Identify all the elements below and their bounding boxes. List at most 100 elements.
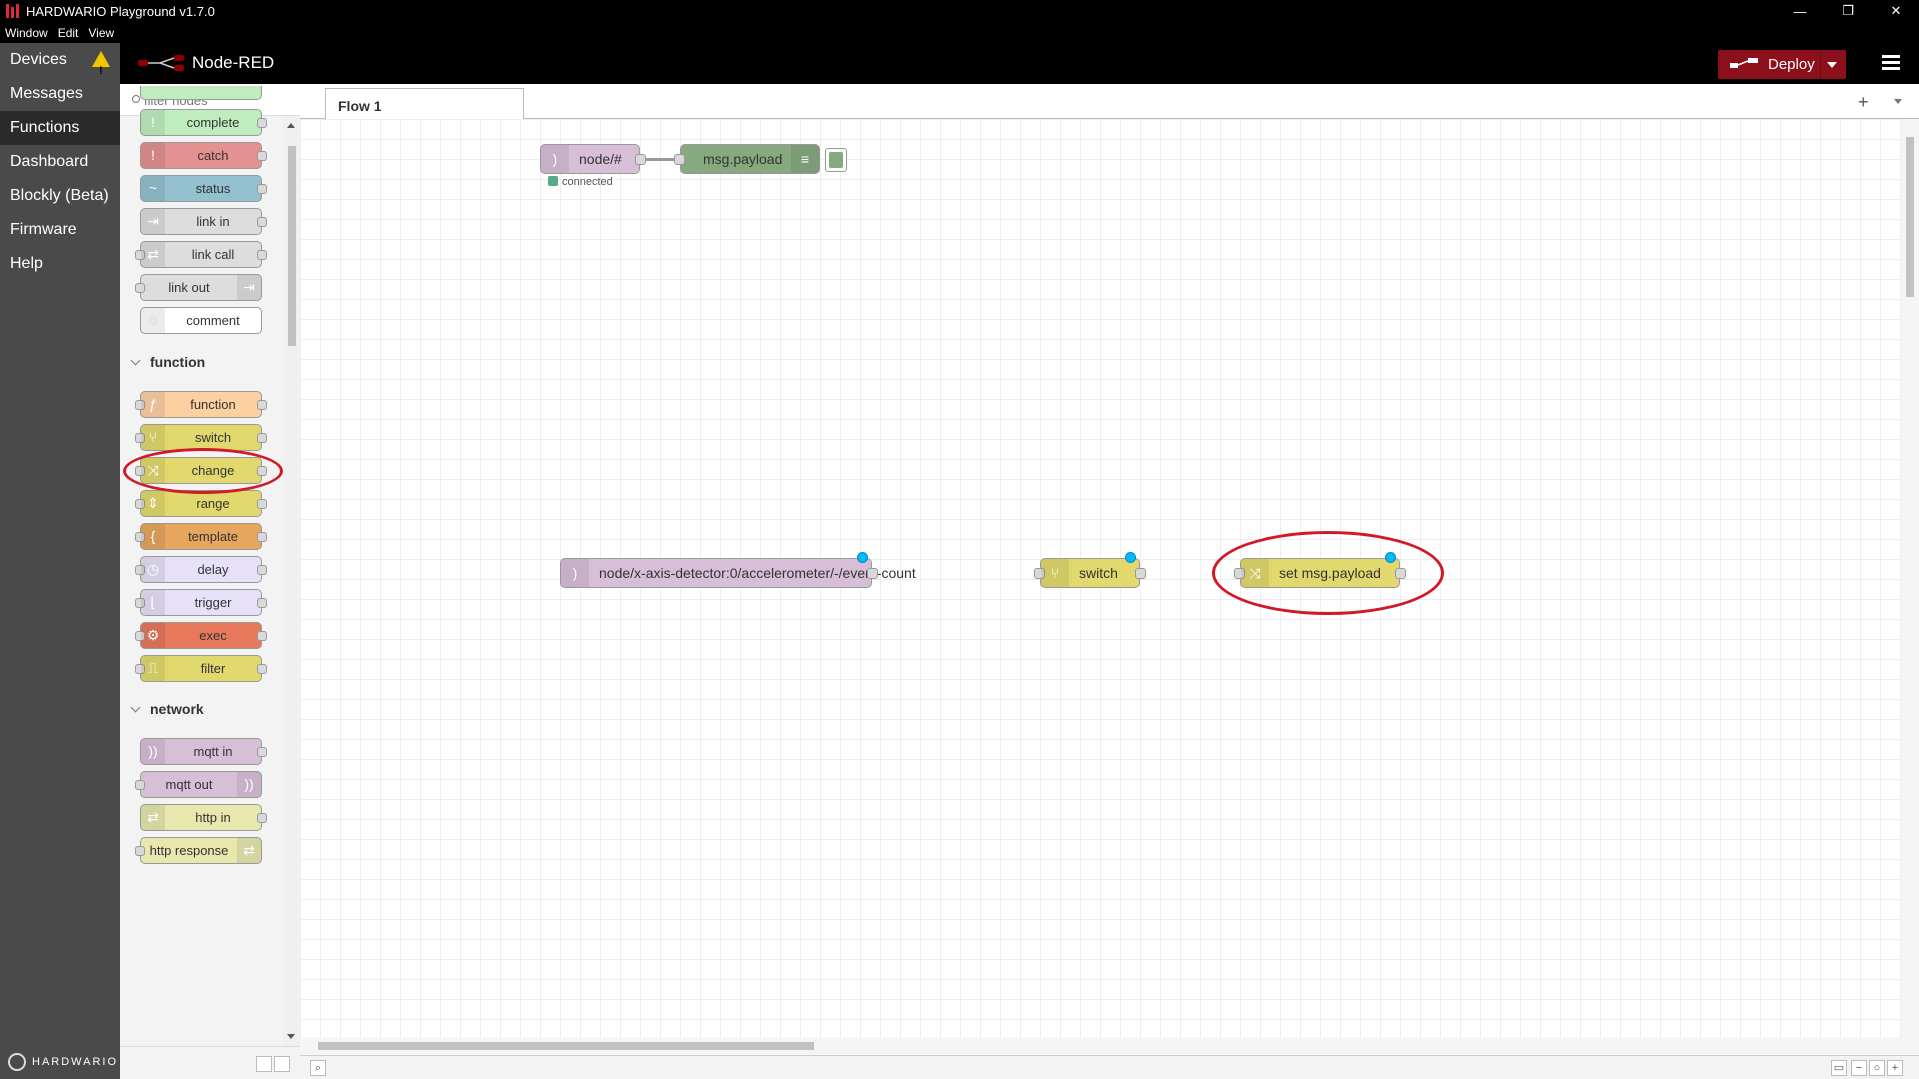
palette-scrollbar[interactable]: [283, 116, 300, 1046]
nav-item-devices[interactable]: Devices: [0, 43, 120, 88]
palette-node-trigger[interactable]: ⌊ trigger: [135, 589, 267, 616]
expand-all-icon[interactable]: [274, 1056, 290, 1072]
palette-node-status[interactable]: ~ status: [140, 175, 267, 202]
output-port[interactable]: [257, 565, 267, 575]
menu-window[interactable]: Window: [0, 26, 53, 40]
palette-node-complete[interactable]: ! complete: [140, 109, 267, 136]
close-button[interactable]: ✕: [1876, 0, 1916, 22]
minimize-button[interactable]: —: [1780, 0, 1820, 22]
palette-node-http-in[interactable]: ⇄ http in: [140, 804, 267, 831]
debug-toggle-button[interactable]: [825, 148, 847, 172]
add-flow-icon[interactable]: +: [1858, 92, 1869, 113]
nav-item-messages[interactable]: Messages: [0, 77, 120, 111]
output-port[interactable]: [257, 664, 267, 674]
scrollbar-thumb[interactable]: [1906, 137, 1914, 297]
mqtt-wave-icon: ): [561, 559, 589, 587]
flow-node-debug[interactable]: msg.payload ≡: [674, 144, 820, 174]
palette-node-mqtt-in[interactable]: )) mqtt in: [140, 738, 267, 765]
output-port[interactable]: [257, 400, 267, 410]
input-port[interactable]: [135, 780, 145, 790]
output-port[interactable]: [257, 499, 267, 509]
input-port[interactable]: [674, 154, 685, 165]
palette-node-comment[interactable]: ◌ comment: [140, 307, 262, 334]
zoom-out-icon[interactable]: −: [1851, 1060, 1867, 1076]
output-port[interactable]: [1135, 568, 1146, 579]
flow-node-label: node/#: [579, 151, 622, 167]
flow-node-mqtt-in[interactable]: ) node/#: [540, 144, 646, 174]
palette-node-template[interactable]: { template: [135, 523, 267, 550]
output-port[interactable]: [257, 747, 267, 757]
output-port[interactable]: [257, 118, 267, 128]
hardwario-logo-icon: [8, 1053, 26, 1071]
zoom-reset-icon[interactable]: ○: [1869, 1060, 1885, 1076]
scrollbar-thumb[interactable]: [288, 146, 296, 346]
output-port[interactable]: [257, 813, 267, 823]
canvas-vertical-scrollbar[interactable]: [1901, 119, 1919, 1037]
nav-item-label: Functions: [10, 119, 80, 136]
main-menu-hamburger-icon[interactable]: [1882, 55, 1900, 71]
scroll-up-icon[interactable]: [287, 123, 295, 128]
palette-footer: [120, 1046, 300, 1079]
output-port[interactable]: [257, 217, 267, 227]
palette-node-link-in[interactable]: ⇥ link in: [140, 208, 267, 235]
input-port[interactable]: [135, 846, 145, 856]
deploy-menu-chevron-down-icon[interactable]: [1827, 62, 1837, 68]
menu-view[interactable]: View: [83, 26, 119, 40]
output-port[interactable]: [257, 184, 267, 194]
output-port[interactable]: [867, 568, 878, 579]
palette-node-function[interactable]: ƒ function: [135, 391, 267, 418]
palette-node-mqtt-out[interactable]: mqtt out )): [135, 771, 262, 798]
switch-icon: ⑂: [141, 425, 165, 450]
category-function[interactable]: function: [120, 342, 283, 382]
nav-item-dashboard[interactable]: Dashboard: [0, 145, 120, 179]
category-label: function: [150, 354, 206, 370]
input-port[interactable]: [135, 283, 145, 293]
palette-node-catch[interactable]: ! catch: [140, 142, 267, 169]
deploy-button[interactable]: Deploy: [1718, 50, 1846, 79]
output-port[interactable]: [257, 433, 267, 443]
palette-node-exec[interactable]: ⚙ exec: [135, 622, 267, 649]
navigator-icon[interactable]: ▭: [1831, 1060, 1847, 1076]
palette-node-range[interactable]: ⇕ range: [135, 490, 267, 517]
search-flows-icon[interactable]: ⌕: [310, 1060, 326, 1076]
palette-node-filter[interactable]: ⎍ filter: [135, 655, 267, 682]
palette-node-link-out[interactable]: link out ⇥: [135, 274, 262, 301]
flow-list-chevron-down-icon[interactable]: [1894, 99, 1902, 104]
function-icon: ƒ: [141, 392, 165, 417]
filter-icon: ⎍: [141, 656, 165, 681]
flow-node-switch[interactable]: ⑂ switch: [1034, 552, 1146, 588]
output-port[interactable]: [635, 154, 646, 165]
nav-item-help[interactable]: Help: [0, 247, 120, 281]
tab-flow-1[interactable]: Flow 1: [325, 88, 524, 120]
nav-item-blockly[interactable]: Blockly (Beta): [0, 179, 120, 213]
link-in-icon: ⇥: [141, 209, 165, 234]
link-out-icon: ⇥: [237, 275, 261, 300]
output-port[interactable]: [257, 631, 267, 641]
nav-item-functions[interactable]: Functions: [0, 111, 120, 145]
node-palette: ! complete ! catch ~ status ⇥ link in ⇄ …: [120, 84, 300, 1079]
menu-edit[interactable]: Edit: [53, 26, 84, 40]
nav-item-firmware[interactable]: Firmware: [0, 213, 120, 247]
palette-node-link-call[interactable]: ⇄ link call: [135, 241, 267, 268]
maximize-button[interactable]: ❐: [1828, 0, 1868, 22]
collapse-all-icon[interactable]: [256, 1056, 272, 1072]
highlight-ellipse-canvas-change: [1212, 531, 1444, 615]
palette-node-http-response[interactable]: http response ⇄: [135, 837, 262, 864]
scrollbar-thumb[interactable]: [318, 1042, 814, 1050]
scroll-down-icon[interactable]: [287, 1034, 295, 1039]
warning-icon: [92, 51, 110, 88]
node-red-header: Node-RED Deploy: [120, 43, 1919, 84]
category-network[interactable]: network: [120, 689, 283, 729]
canvas-horizontal-scrollbar[interactable]: [300, 1037, 1919, 1055]
output-port[interactable]: [257, 532, 267, 542]
flow-canvas[interactable]: ) node/# connected msg.payload ≡ ) node/…: [300, 119, 1901, 1037]
output-port[interactable]: [257, 598, 267, 608]
palette-node-switch[interactable]: ⑂ switch: [135, 424, 267, 451]
flow-node-mqtt-event-count[interactable]: ) node/x-axis-detector:0/accelerometer/-…: [560, 552, 916, 588]
output-port[interactable]: [257, 151, 267, 161]
nav-item-label: Help: [10, 255, 43, 272]
palette-node-delay[interactable]: ◷ delay: [135, 556, 267, 583]
zoom-in-icon[interactable]: +: [1887, 1060, 1903, 1076]
palette-node-partial[interactable]: [140, 86, 262, 100]
output-port[interactable]: [257, 250, 267, 260]
